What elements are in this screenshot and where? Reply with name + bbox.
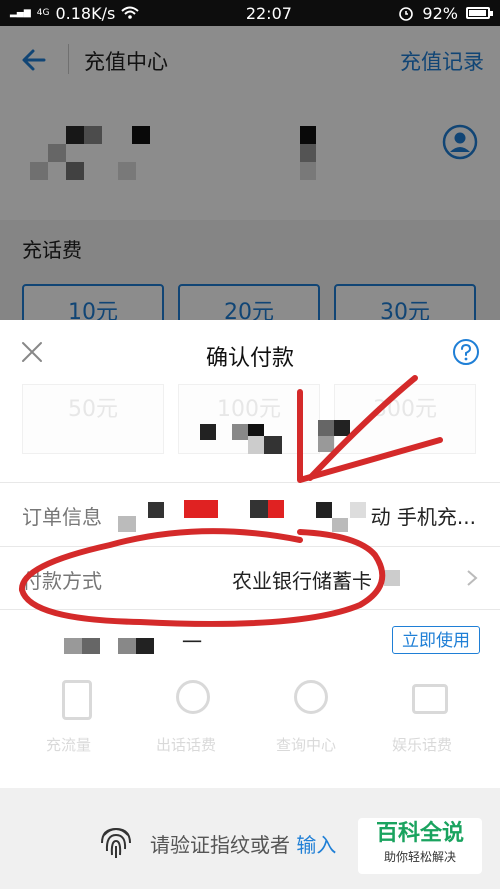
redacted-pixel [118, 638, 136, 654]
payment-method-value: 农业银行储蓄卡 [232, 569, 372, 593]
shortcut-icon [176, 680, 210, 714]
fingerprint-verify-bar: 请验证指纹或者 输入 百科全说 助你轻松解决 [0, 788, 500, 889]
sheet-title: 确认付款 [205, 346, 294, 371]
confirm-payment-sheet: 50元 100元 300元 确认付款 订单信息 动 手机充... 付款方式 农业… [0, 320, 500, 788]
payment-method-label: 付款方式 [22, 569, 102, 593]
faded-amount-option: 50元 [22, 384, 164, 454]
redacted-pixel [82, 638, 100, 654]
redacted-pixel [264, 436, 282, 454]
status-left: ▂▄▆ 4G 0.18K/s [10, 4, 139, 23]
redacted-pixel [332, 518, 348, 532]
help-icon[interactable] [452, 338, 480, 366]
clock: 22:07 [245, 3, 292, 23]
status-bar: ▂▄▆ 4G 0.18K/s 22:07 92% [0, 0, 500, 26]
modal-backdrop[interactable] [0, 26, 500, 320]
shortcut-icon [412, 684, 448, 714]
watermark-subtitle: 助你轻松解决 [383, 850, 456, 864]
redacted-pixel [350, 502, 366, 518]
fingerprint-icon[interactable] [96, 821, 136, 861]
wifi-icon [121, 6, 139, 19]
shortcut-label: 出话话费 [156, 736, 217, 754]
order-info-label: 订单信息 [22, 505, 102, 529]
redacted-pixel [64, 638, 82, 654]
redacted-pixel [118, 516, 136, 532]
redacted-pixel [232, 424, 248, 440]
redacted-pixel [184, 500, 218, 518]
use-now-button[interactable]: 立即使用 [392, 626, 480, 654]
shortcut-label: 充流量 [46, 736, 92, 754]
redacted-pixel [268, 500, 284, 518]
payment-method-row[interactable]: 付款方式 农业银行储蓄卡 [0, 546, 500, 610]
redacted-pixel [200, 424, 216, 440]
battery-icon [465, 7, 493, 19]
redacted-pixel [384, 570, 400, 586]
faded-amount-option: 300元 [334, 384, 476, 454]
redacted-pixel [316, 502, 332, 518]
network-type: 4G [36, 7, 50, 18]
verify-text: 请验证指纹或者 [150, 833, 290, 857]
redacted-pixel [334, 420, 350, 436]
redacted-pixel [250, 500, 268, 518]
watermark-title: 百科全说 [375, 821, 464, 846]
background-shortcuts: 充流量 出话话费 查询中心 娱乐话费 [0, 662, 500, 762]
signal-icon: ▂▄▆ [10, 7, 31, 18]
redacted-pixel [148, 502, 164, 518]
status-right: 92% [398, 3, 493, 23]
watermark-logo: 百科全说 助你轻松解决 [358, 818, 482, 874]
chevron-right-icon [467, 570, 478, 586]
shortcut-icon [62, 680, 92, 720]
coupon-text: 一 [182, 630, 202, 654]
enter-password-link[interactable]: 输入 [296, 833, 336, 857]
shortcut-label: 查询中心 [276, 736, 337, 754]
redacted-pixel [136, 638, 154, 654]
battery-percent: 92% [422, 3, 458, 23]
network-speed: 0.18K/s [55, 3, 116, 23]
redacted-pixel [318, 420, 334, 436]
shortcut-icon [294, 680, 328, 714]
redacted-pixel [318, 436, 334, 452]
shortcut-label: 娱乐话费 [392, 736, 453, 754]
order-info-value: 动 手机充... [370, 505, 476, 529]
verify-prompt: 请验证指纹或者 输入 [150, 829, 336, 858]
redacted-pixel [248, 436, 264, 454]
alarm-icon [399, 7, 414, 21]
